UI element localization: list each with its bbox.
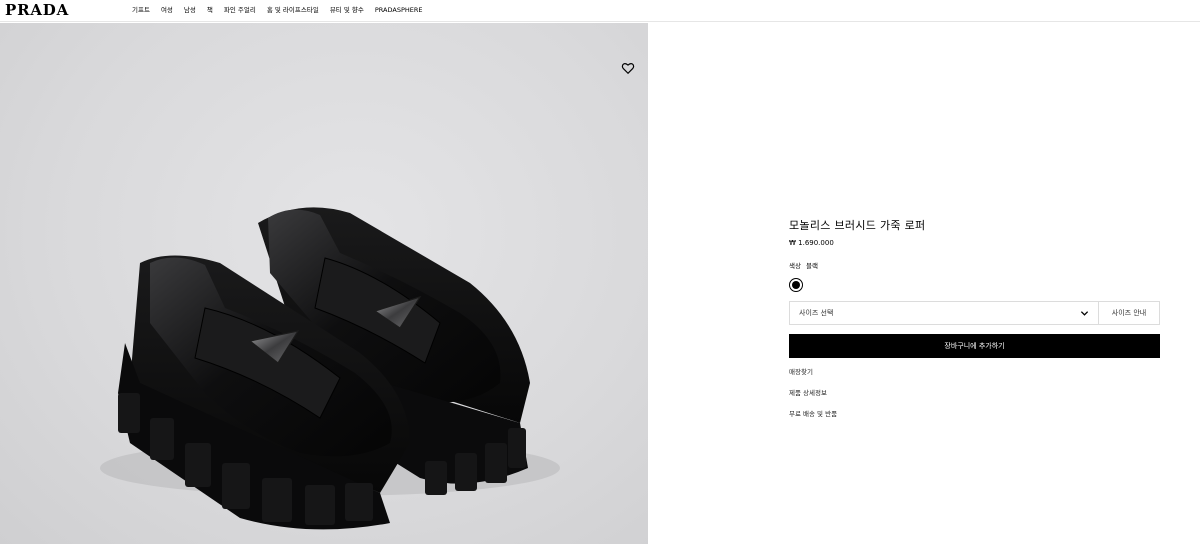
color-label: 색상 — [789, 262, 801, 270]
nav-item-fine-jewelry[interactable]: 파인 주얼리 — [224, 6, 256, 15]
site-header: PRADA 기프트 여성 남성 책 파인 주얼리 홈 및 라이프스타일 뷰티 및… — [0, 0, 1200, 22]
store-locator-link[interactable]: 매장찾기 — [789, 368, 1160, 377]
loafer-product-image — [100, 207, 560, 530]
size-select-label: 사이즈 선택 — [799, 309, 834, 317]
nav-item-beauty-fragrance[interactable]: 뷰티 및 향수 — [330, 6, 364, 15]
product-links: 매장찾기 제품 상세정보 무료 배송 및 반품 — [789, 368, 1160, 419]
chevron-down-icon — [1080, 310, 1089, 316]
product-image-panel[interactable] — [0, 23, 648, 544]
color-info: 색상 블랙 — [789, 260, 1160, 270]
nav-item-men[interactable]: 남성 — [184, 6, 196, 15]
product-title: 모놀리스 브러시드 가죽 로퍼 — [789, 219, 926, 232]
size-row: 사이즈 선택 사이즈 안내 — [789, 301, 1160, 325]
nav-item-books[interactable]: 책 — [207, 6, 213, 15]
nav-item-gift[interactable]: 기프트 — [132, 6, 150, 15]
add-to-cart-button[interactable]: 장바구니에 추가하기 — [789, 334, 1160, 358]
product-price: ₩ 1.690.000 — [789, 239, 834, 247]
size-guide-button[interactable]: 사이즈 안내 — [1099, 302, 1159, 324]
swatch-fill — [792, 281, 800, 289]
color-swatch-black[interactable] — [789, 278, 803, 292]
color-value: 블랙 — [805, 262, 818, 270]
size-select-dropdown[interactable]: 사이즈 선택 — [790, 302, 1099, 324]
prada-logo[interactable]: PRADA — [5, 1, 69, 19]
nav-item-home-lifestyle[interactable]: 홈 및 라이프스타일 — [267, 6, 319, 15]
main-nav: 기프트 여성 남성 책 파인 주얼리 홈 및 라이프스타일 뷰티 및 향수 PR… — [132, 6, 434, 15]
nav-item-pradasphere[interactable]: PRADASPHERE — [375, 6, 423, 15]
product-details-link[interactable]: 제품 상세정보 — [789, 389, 1160, 398]
shipping-returns-link[interactable]: 무료 배송 및 반품 — [789, 410, 1160, 419]
heart-icon[interactable] — [621, 61, 635, 75]
product-details: 모놀리스 브러시드 가죽 로퍼 ₩ 1.690.000 색상 블랙 사이즈 선택… — [789, 219, 1160, 431]
nav-item-women[interactable]: 여성 — [161, 6, 173, 15]
